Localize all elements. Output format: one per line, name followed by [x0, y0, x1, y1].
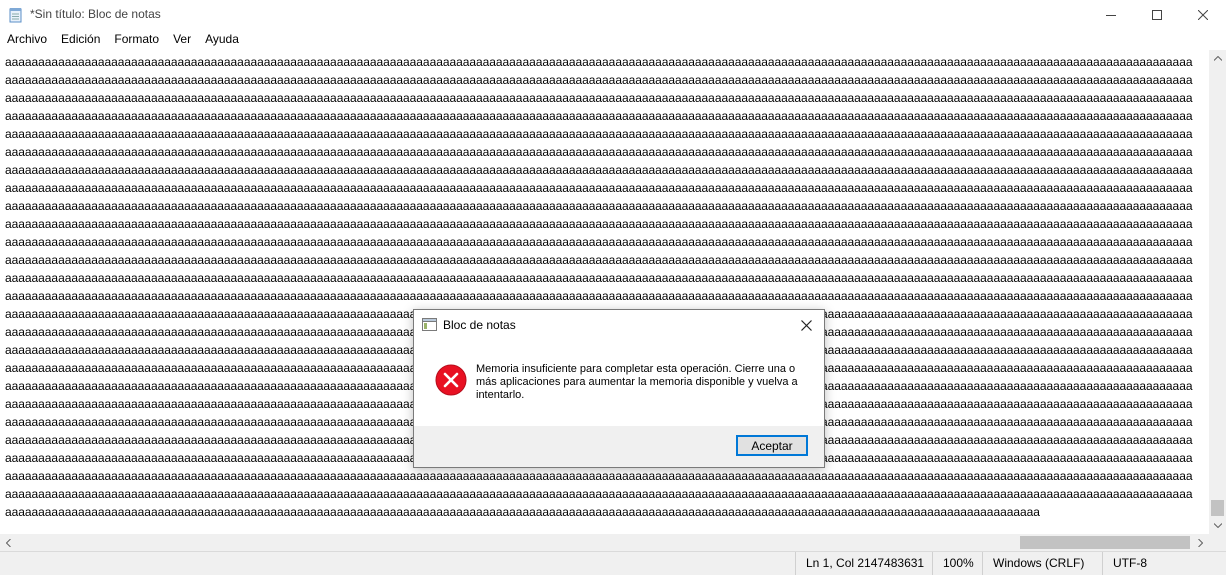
- editor-line: aaaaaaaaaaaaaaaaaaaaaaaaaaaaaaaaaaaaaaaa…: [5, 469, 1193, 483]
- editor-line: aaaaaaaaaaaaaaaaaaaaaaaaaaaaaaaaaaaaaaaa…: [5, 109, 1193, 123]
- dialog-title-bar: Bloc de notas: [414, 310, 824, 340]
- horizontal-scroll-thumb[interactable]: [1020, 536, 1190, 549]
- status-line-ending: Windows (CRLF): [982, 552, 1102, 575]
- editor-line: aaaaaaaaaaaaaaaaaaaaaaaaaaaaaaaaaaaaaaaa…: [5, 271, 1193, 285]
- scroll-right-arrow[interactable]: [1192, 534, 1209, 551]
- scroll-up-arrow[interactable]: [1209, 50, 1226, 67]
- chevron-left-icon: [6, 538, 11, 547]
- close-icon: [1198, 10, 1208, 20]
- horizontal-scrollbar[interactable]: [0, 534, 1209, 551]
- chevron-up-icon: [1213, 56, 1222, 61]
- window-app-icon: [422, 318, 437, 331]
- maximize-button[interactable]: [1134, 0, 1180, 30]
- minimize-button[interactable]: [1088, 0, 1134, 30]
- editor-line: aaaaaaaaaaaaaaaaaaaaaaaaaaaaaaaaaaaaaaaa…: [5, 127, 1193, 141]
- editor-line: aaaaaaaaaaaaaaaaaaaaaaaaaaaaaaaaaaaaaaaa…: [5, 235, 1193, 249]
- scroll-left-arrow[interactable]: [0, 534, 17, 551]
- status-position: Ln 1, Col 2147483631: [795, 552, 932, 575]
- close-button[interactable]: [1180, 0, 1226, 30]
- editor-line: aaaaaaaaaaaaaaaaaaaaaaaaaaaaaaaaaaaaaaaa…: [5, 289, 1193, 303]
- editor-line: aaaaaaaaaaaaaaaaaaaaaaaaaaaaaaaaaaaaaaaa…: [5, 505, 1040, 519]
- editor-line: aaaaaaaaaaaaaaaaaaaaaaaaaaaaaaaaaaaaaaaa…: [5, 55, 1193, 69]
- status-bar: Ln 1, Col 2147483631 100% Windows (CRLF)…: [0, 551, 1226, 575]
- editor-line: aaaaaaaaaaaaaaaaaaaaaaaaaaaaaaaaaaaaaaaa…: [5, 253, 1193, 267]
- error-icon: [435, 364, 467, 396]
- dialog-title: Bloc de notas: [443, 318, 516, 332]
- menu-archivo[interactable]: Archivo: [0, 30, 54, 50]
- chevron-down-icon: [1213, 523, 1222, 528]
- menu-ver[interactable]: Ver: [166, 30, 198, 50]
- scrollbar-corner: [1209, 534, 1226, 551]
- close-icon: [800, 319, 812, 331]
- dialog-body: Memoria insuficiente para completar esta…: [414, 340, 824, 426]
- menu-bar: Archivo Edición Formato Ver Ayuda: [0, 30, 1226, 50]
- dialog-message: Memoria insuficiente para completar esta…: [476, 363, 798, 401]
- notepad-icon: [9, 7, 23, 23]
- vertical-scroll-thumb[interactable]: [1211, 500, 1224, 516]
- title-bar: *Sin título: Bloc de notas: [0, 0, 1226, 30]
- menu-edicion[interactable]: Edición: [54, 30, 107, 50]
- menu-ayuda[interactable]: Ayuda: [198, 30, 246, 50]
- editor-line: aaaaaaaaaaaaaaaaaaaaaaaaaaaaaaaaaaaaaaaa…: [5, 181, 1193, 195]
- editor-line: aaaaaaaaaaaaaaaaaaaaaaaaaaaaaaaaaaaaaaaa…: [5, 73, 1193, 87]
- ok-button[interactable]: Aceptar: [736, 435, 808, 456]
- menu-formato[interactable]: Formato: [107, 30, 166, 50]
- scroll-down-arrow[interactable]: [1209, 517, 1226, 534]
- window-title: *Sin título: Bloc de notas: [30, 7, 161, 21]
- status-zoom: 100%: [932, 552, 982, 575]
- error-dialog: Bloc de notas Memoria insuficiente para …: [413, 309, 825, 468]
- vertical-scrollbar[interactable]: [1209, 50, 1226, 534]
- status-encoding: UTF-8: [1102, 552, 1226, 575]
- editor-line: aaaaaaaaaaaaaaaaaaaaaaaaaaaaaaaaaaaaaaaa…: [5, 91, 1193, 105]
- editor-line: aaaaaaaaaaaaaaaaaaaaaaaaaaaaaaaaaaaaaaaa…: [5, 145, 1193, 159]
- editor-line: aaaaaaaaaaaaaaaaaaaaaaaaaaaaaaaaaaaaaaaa…: [5, 217, 1193, 231]
- maximize-icon: [1152, 10, 1162, 20]
- chevron-right-icon: [1198, 538, 1203, 547]
- editor-line: aaaaaaaaaaaaaaaaaaaaaaaaaaaaaaaaaaaaaaaa…: [5, 199, 1193, 213]
- dialog-footer: Aceptar: [414, 426, 824, 467]
- minimize-icon: [1106, 15, 1116, 16]
- editor-line: aaaaaaaaaaaaaaaaaaaaaaaaaaaaaaaaaaaaaaaa…: [5, 163, 1193, 177]
- dialog-close-button[interactable]: [794, 314, 818, 336]
- editor-line: aaaaaaaaaaaaaaaaaaaaaaaaaaaaaaaaaaaaaaaa…: [5, 487, 1193, 501]
